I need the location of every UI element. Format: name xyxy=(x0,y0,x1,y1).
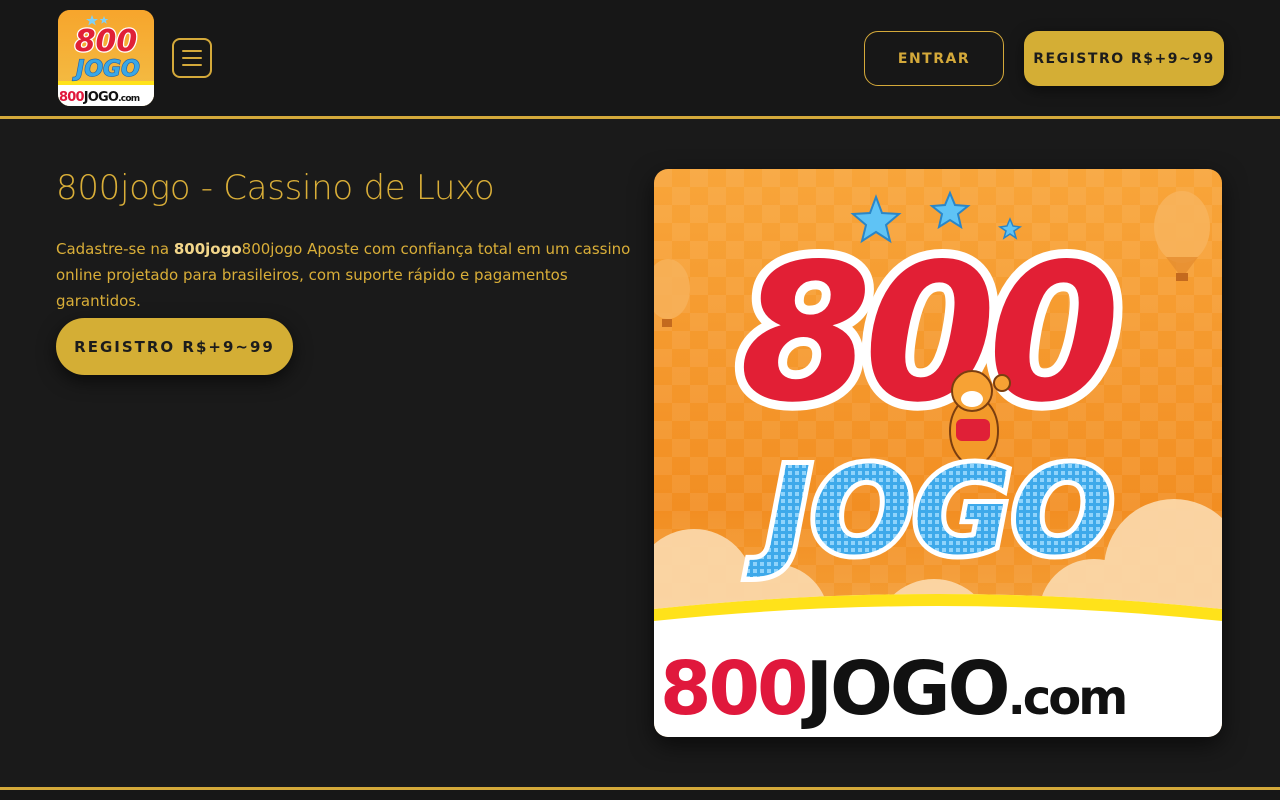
hamburger-line xyxy=(182,64,202,66)
logo-image: 800 JOGO 800JOGO.com xyxy=(58,10,154,106)
hero-banner-image: 800 JOGO 800JOGO.com xyxy=(654,169,1222,737)
register-button-header[interactable]: REGISTRO R$+9~99 xyxy=(1024,31,1224,86)
description-prefix: Cadastre-se na xyxy=(56,240,174,258)
banner-middle-text: JOGO xyxy=(746,443,1113,582)
hamburger-line xyxy=(182,57,202,59)
site-logo[interactable]: 800 JOGO 800JOGO.com xyxy=(58,10,154,106)
login-button[interactable]: ENTRAR xyxy=(864,31,1004,86)
description-brand: 800jogo xyxy=(173,240,242,258)
banner-top-text: 800 xyxy=(740,223,1114,444)
site-header: 800 JOGO 800JOGO.com ENTRAR REGISTRO R$+… xyxy=(0,0,1280,116)
logo-top-text: 800 xyxy=(75,24,138,59)
hamburger-menu-icon xyxy=(182,50,202,52)
register-cta-button[interactable]: REGISTRO R$+9~99 xyxy=(56,318,293,375)
page-description: Cadastre-se na 800jogo800jogo Aposte com… xyxy=(56,236,636,314)
logo-middle-text: JOGO xyxy=(72,57,140,82)
page-title: 800jogo - Cassino de Luxo xyxy=(56,168,495,208)
banner-artwork: 800 JOGO 800JOGO.com xyxy=(654,169,1222,737)
site-footer xyxy=(0,790,1280,800)
hamburger-menu-button[interactable] xyxy=(172,38,212,78)
header-divider xyxy=(0,116,1280,119)
